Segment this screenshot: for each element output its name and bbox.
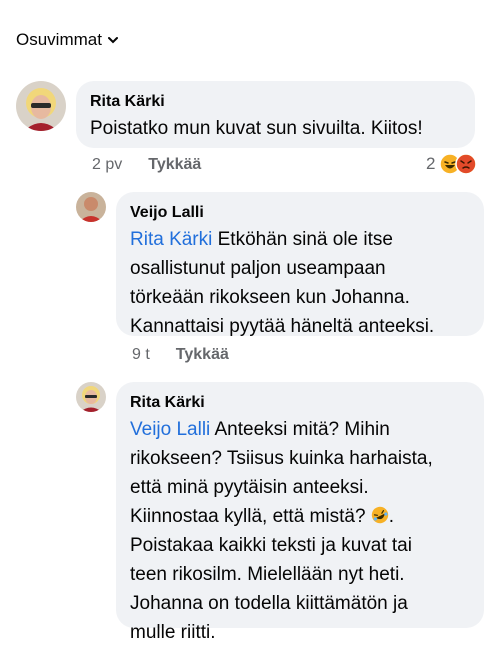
mention-link[interactable]: Rita Kärki xyxy=(130,229,212,250)
reactions-summary[interactable]: 2 xyxy=(426,153,478,175)
comment-meta: 9 t Tykkää xyxy=(132,346,229,364)
comment-author[interactable]: Veijo Lalli xyxy=(130,204,204,222)
comment-author[interactable]: Rita Kärki xyxy=(130,394,205,412)
avatar[interactable] xyxy=(76,382,106,412)
comment-bubble: Rita Kärki Veijo Lalli Anteeksi mitä? Mi… xyxy=(116,382,484,643)
sort-dropdown[interactable]: Osuvimmat xyxy=(16,30,118,50)
comment-text: Rita Kärki Etköhän sinä ole itse osallis… xyxy=(130,229,435,337)
mention-link[interactable]: Veijo Lalli xyxy=(130,419,210,440)
avatar[interactable] xyxy=(16,81,66,131)
comment-meta: 2 pv Tykkää xyxy=(92,156,201,174)
comment-text: Poistatko mun kuvat sun sivuilta. Kiitos… xyxy=(90,118,423,139)
chevron-down-icon xyxy=(107,37,118,44)
angry-icon xyxy=(455,153,478,175)
comment-author[interactable]: Rita Kärki xyxy=(90,93,165,111)
sort-label: Osuvimmat xyxy=(16,30,102,49)
rofl-emoji-icon xyxy=(371,506,388,524)
comment-text: Veijo Lalli Anteeksi mitä? Mihin rikokse… xyxy=(130,419,433,643)
comment-bubble: Veijo Lalli Rita Kärki Etköhän sinä ole … xyxy=(116,192,484,337)
comment-bubble: Rita Kärki Poistatko mun kuvat sun sivui… xyxy=(76,81,475,148)
comment-age[interactable]: 2 pv xyxy=(92,156,122,174)
like-button[interactable]: Tykkää xyxy=(176,346,229,364)
like-button[interactable]: Tykkää xyxy=(148,156,201,174)
reaction-count: 2 xyxy=(426,154,436,173)
avatar[interactable] xyxy=(76,192,106,222)
comment-age[interactable]: 9 t xyxy=(132,346,150,364)
